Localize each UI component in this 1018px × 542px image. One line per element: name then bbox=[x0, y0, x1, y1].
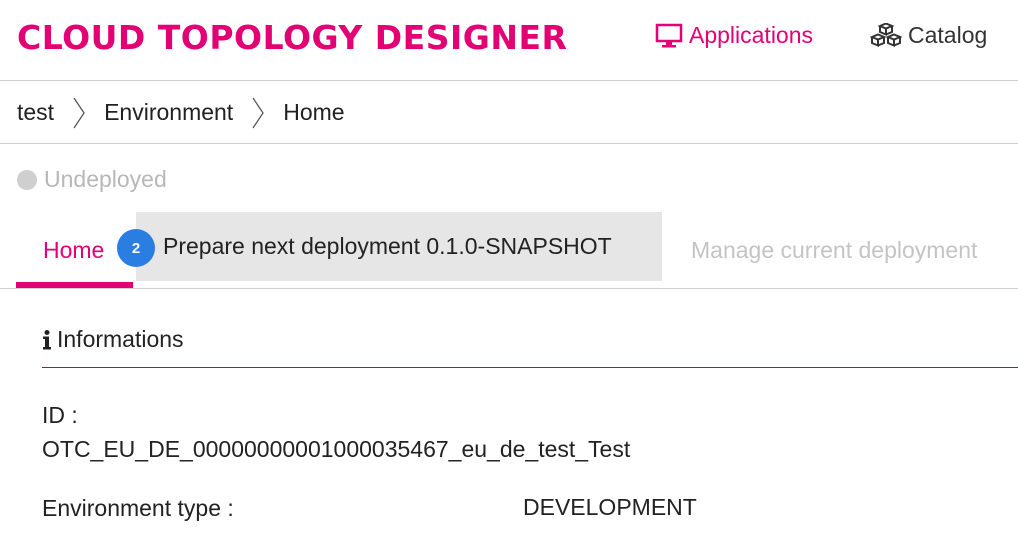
status-label: Undeployed bbox=[44, 166, 167, 192]
section-divider bbox=[42, 367, 1018, 368]
breadcrumb-item-environment[interactable]: Environment bbox=[104, 99, 233, 126]
section-header: Informations bbox=[42, 326, 184, 353]
notification-badge: 2 bbox=[117, 229, 155, 267]
app-header: CLOUD TOPOLOGY DESIGNER Applications Cat… bbox=[0, 0, 1018, 81]
nav-catalog-label: Catalog bbox=[908, 22, 988, 48]
app-title: CLOUD TOPOLOGY DESIGNER bbox=[17, 18, 568, 57]
chevron-right-icon bbox=[72, 96, 86, 130]
tab-manage-deployment[interactable]: Manage current deployment bbox=[691, 212, 977, 288]
info-icon bbox=[42, 329, 52, 350]
monitor-icon bbox=[655, 23, 683, 49]
cubes-icon bbox=[870, 22, 902, 49]
environment-type-value: DEVELOPMENT bbox=[523, 494, 697, 520]
nav-catalog-link[interactable]: Catalog bbox=[870, 22, 987, 49]
status-dot-icon bbox=[17, 169, 37, 190]
nav-applications-label: Applications bbox=[689, 22, 814, 48]
active-tab-indicator bbox=[16, 282, 133, 288]
nav-applications-link[interactable]: Applications bbox=[655, 22, 813, 49]
tab-home[interactable]: Home bbox=[16, 212, 133, 288]
deployment-status: Undeployed bbox=[17, 166, 167, 193]
tab-prepare-deployment[interactable]: Prepare next deployment 0.1.0-SNAPSHOT bbox=[136, 212, 662, 281]
chevron-right-icon bbox=[251, 96, 265, 130]
breadcrumb-item-test[interactable]: test bbox=[17, 99, 54, 126]
id-value: OTC_EU_DE_00000000001000035467_eu_de_tes… bbox=[42, 436, 631, 462]
environment-type-label: Environment type : bbox=[42, 495, 234, 521]
breadcrumb: test Environment Home bbox=[0, 82, 1018, 144]
section-title: Informations bbox=[57, 326, 184, 352]
breadcrumb-item-home: Home bbox=[283, 99, 345, 125]
id-label: ID : bbox=[42, 402, 78, 428]
